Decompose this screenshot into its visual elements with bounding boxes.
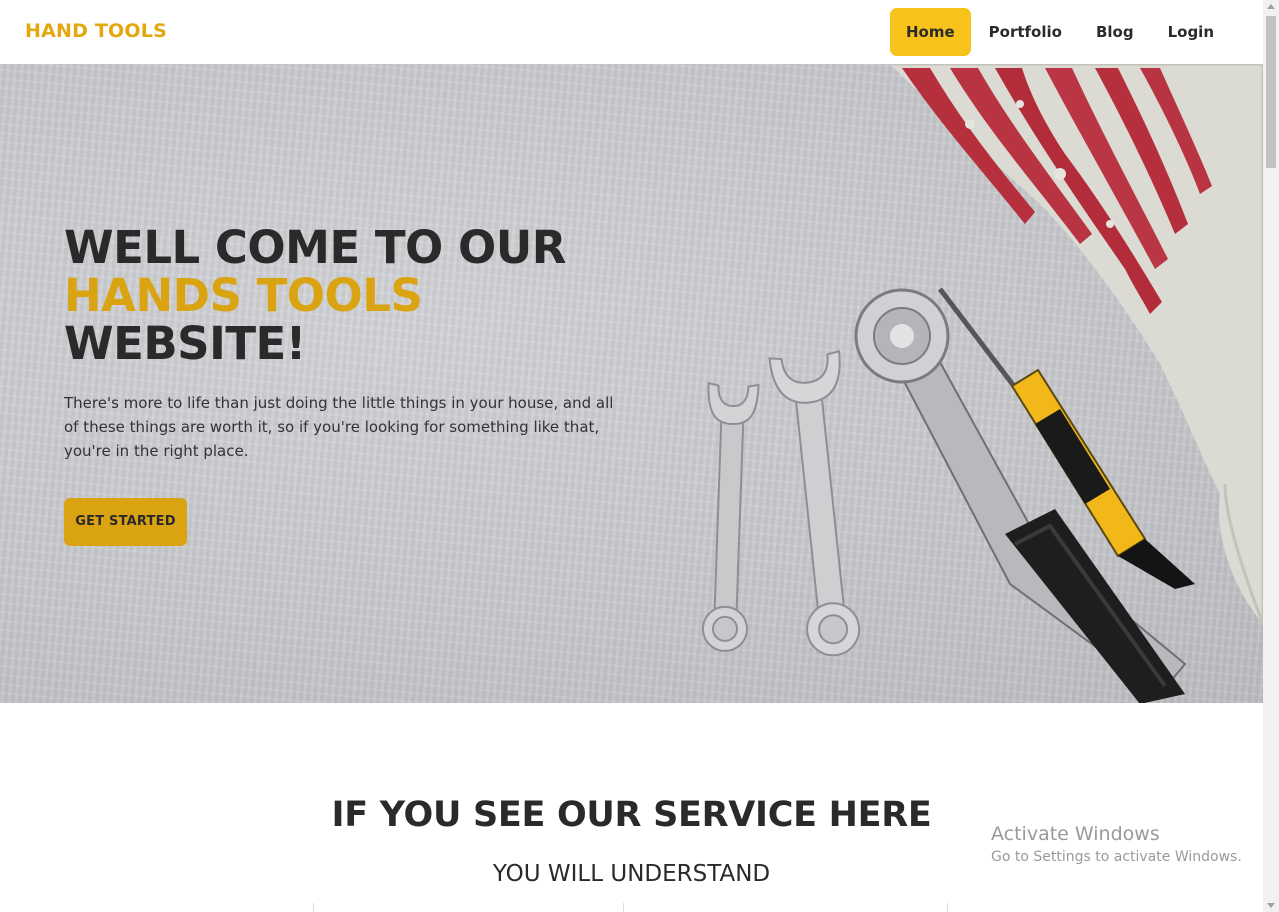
ratchet-wrench bbox=[854, 288, 1187, 703]
activate-windows-watermark: Activate Windows Go to Settings to activ… bbox=[991, 822, 1242, 868]
page-scrollbar[interactable] bbox=[1263, 0, 1279, 912]
column-divider bbox=[313, 903, 314, 912]
hero-title-line1: WELL COME TO OUR bbox=[64, 221, 566, 274]
small-wrench bbox=[701, 381, 760, 652]
chevron-down-icon[interactable] bbox=[1267, 903, 1275, 908]
nav-blog[interactable]: Blog bbox=[1080, 8, 1150, 56]
hero-title: WELL COME TO OUR HANDS TOOLS WEBSITE! bbox=[64, 224, 566, 368]
scrollbar-thumb[interactable] bbox=[1266, 16, 1276, 168]
site-logo[interactable]: HAND TOOLS bbox=[25, 20, 167, 42]
main-nav: Home Portfolio Blog Login bbox=[888, 8, 1230, 56]
medium-wrench bbox=[768, 349, 861, 657]
nav-portfolio[interactable]: Portfolio bbox=[973, 8, 1078, 56]
watermark-subtitle: Go to Settings to activate Windows. bbox=[991, 849, 1242, 865]
chevron-up-icon[interactable] bbox=[1267, 4, 1275, 9]
site-header: HAND TOOLS Home Portfolio Blog Login bbox=[0, 0, 1263, 64]
hero-description: There's more to life than just doing the… bbox=[64, 394, 614, 460]
nav-login[interactable]: Login bbox=[1152, 8, 1230, 56]
column-divider bbox=[947, 903, 948, 912]
hero-tools-image bbox=[701, 64, 1263, 703]
watermark-title: Activate Windows bbox=[991, 823, 1160, 845]
hero-section: WELL COME TO OUR HANDS TOOLS WEBSITE! Th… bbox=[0, 64, 1263, 703]
column-divider bbox=[623, 903, 624, 912]
nav-home[interactable]: Home bbox=[889, 8, 971, 56]
hero-title-highlight: HANDS TOOLS bbox=[64, 269, 423, 322]
hero-title-line3: WEBSITE! bbox=[64, 317, 306, 370]
get-started-button[interactable]: GET STARTED bbox=[64, 498, 187, 546]
